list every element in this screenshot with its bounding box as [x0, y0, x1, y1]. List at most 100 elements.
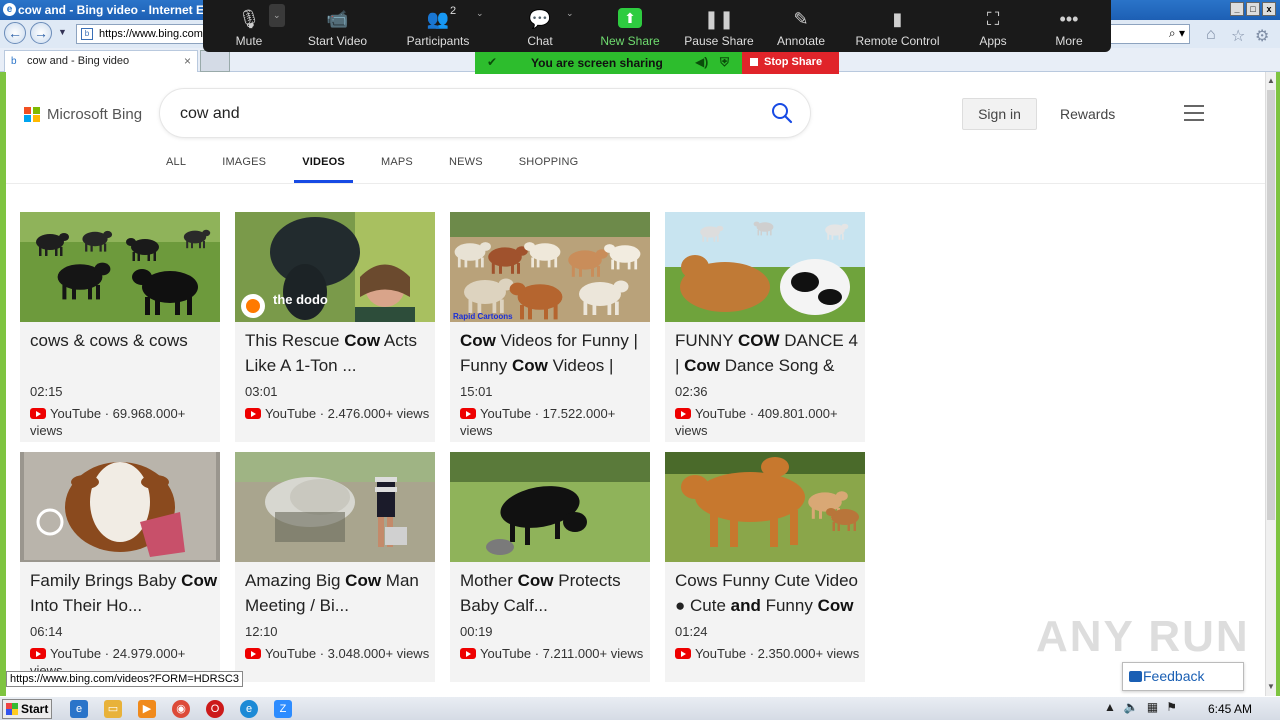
start-button[interactable]: Start: [2, 699, 52, 719]
video-card[interactable]: Rapid Cartoons Cow Videos for Funny | Fun…: [450, 212, 650, 442]
minimize-icon[interactable]: _: [1230, 2, 1244, 16]
bing-logo[interactable]: Microsoft Bing: [24, 106, 142, 123]
video-thumbnail[interactable]: Rapid Cartoons: [450, 212, 650, 322]
feedback-button[interactable]: Feedback: [1122, 662, 1244, 691]
tray-arrow-icon[interactable]: ▲: [1104, 700, 1116, 714]
apps-icon: ⛶: [986, 9, 1000, 29]
video-card[interactable]: Family Brings Baby Cow Into Their Ho... 0…: [20, 452, 220, 682]
folder-taskbar-icon[interactable]: ▭: [104, 700, 122, 718]
tab-images[interactable]: IMAGES: [222, 148, 266, 183]
history-dropdown-icon[interactable]: ▼: [58, 27, 67, 37]
scroll-up-icon[interactable]: ▲: [1267, 76, 1275, 85]
start-video-button[interactable]: 📹 Start Video: [295, 0, 380, 52]
sign-in-button[interactable]: Sign in: [962, 98, 1037, 130]
back-arrow-icon[interactable]: ←: [4, 22, 26, 44]
video-grid: cows & cows & cows 02:15 YouTube · 69.968.…: [20, 212, 880, 682]
network-icon[interactable]: ▦: [1147, 700, 1158, 714]
audio-icon[interactable]: ◀): [695, 55, 708, 69]
video-thumbnail[interactable]: [665, 212, 865, 322]
video-title[interactable]: Cows Funny Cute Video ● Cute and Funny C…: [675, 568, 863, 620]
hamburger-menu-icon[interactable]: [1184, 105, 1204, 121]
opera-taskbar-icon[interactable]: O: [206, 700, 224, 718]
settings-gear-icon[interactable]: ⚙: [1255, 26, 1269, 46]
video-thumbnail[interactable]: [20, 452, 220, 562]
forward-arrow-icon[interactable]: →: [30, 22, 52, 44]
home-icon[interactable]: ⌂: [1206, 26, 1216, 44]
video-card[interactable]: the dodo This Rescue Cow Acts Like A 1-To…: [235, 212, 435, 442]
new-share-button[interactable]: ⬆ New Share: [584, 0, 676, 52]
search-icon[interactable]: [770, 101, 794, 125]
video-thumbnail[interactable]: the dodo: [235, 212, 435, 322]
mute-button[interactable]: 🎙 Mute ⌄: [203, 0, 295, 52]
search-input[interactable]: [180, 103, 740, 125]
chevron-down-icon[interactable]: ⌄: [269, 4, 285, 27]
chat-button[interactable]: 💬 Chat ⌄: [496, 0, 584, 52]
chat-icon: 💬: [528, 9, 552, 29]
youtube-icon: [30, 408, 46, 419]
close-icon[interactable]: x: [1262, 2, 1276, 16]
video-source: YouTube: [50, 406, 102, 421]
video-title[interactable]: cows & cows & cows: [30, 328, 218, 380]
chevron-down-icon[interactable]: ⌄: [476, 8, 484, 19]
pause-share-button[interactable]: ❚❚ Pause Share: [676, 0, 762, 52]
video-card[interactable]: Amazing Big Cow Man Meeting / Bi... 12:10…: [235, 452, 435, 682]
chevron-down-icon[interactable]: ⌄: [566, 8, 574, 19]
tab-shopping[interactable]: SHOPPING: [519, 148, 579, 183]
clock: 6:45 AM: [1208, 702, 1253, 716]
vertical-scrollbar[interactable]: ▲ ▼: [1265, 72, 1276, 696]
new-tab-button[interactable]: [200, 50, 230, 72]
shield-icon: ⛨: [720, 55, 730, 69]
favorites-star-icon[interactable]: ☆: [1231, 26, 1245, 46]
stop-share-button[interactable]: Stop Share: [742, 52, 839, 74]
participants-count: 2: [450, 5, 457, 17]
video-duration: 15:01: [460, 384, 493, 399]
video-title[interactable]: This Rescue Cow Acts Like A 1-Ton ...: [245, 328, 433, 380]
video-card[interactable]: FUNNY COW DANCE 4 | Cow Dance Song & 02:3…: [665, 212, 865, 442]
scroll-thumb[interactable]: [1267, 90, 1275, 520]
video-source: YouTube: [265, 646, 317, 661]
tab-videos[interactable]: VIDEOS: [294, 148, 353, 183]
participants-button[interactable]: 👥 Participants 2 ⌄: [380, 0, 496, 52]
tab-maps[interactable]: MAPS: [381, 148, 413, 183]
title-segment: and: [730, 596, 761, 615]
tab-close-icon[interactable]: ×: [184, 54, 191, 68]
chrome-taskbar-icon[interactable]: ◉: [172, 700, 190, 718]
video-title[interactable]: FUNNY COW DANCE 4 | Cow Dance Song &: [675, 328, 863, 380]
tab-news[interactable]: NEWS: [449, 148, 483, 183]
media-player-taskbar-icon[interactable]: ▶: [138, 700, 156, 718]
video-card[interactable]: Mother Cow Protects Baby Calf... 00:19 You…: [450, 452, 650, 682]
scroll-down-icon[interactable]: ▼: [1267, 682, 1275, 691]
video-title[interactable]: Cow Videos for Funny | Funny Cow Videos …: [460, 328, 648, 380]
video-title[interactable]: Family Brings Baby Cow Into Their Ho...: [30, 568, 218, 620]
video-title[interactable]: Amazing Big Cow Man Meeting / Bi...: [245, 568, 433, 620]
start-label: Start: [21, 702, 49, 716]
video-thumbnail[interactable]: [20, 212, 220, 322]
address-search-icon[interactable]: ⌕ ▾: [1169, 26, 1185, 41]
video-thumbnail[interactable]: [235, 452, 435, 562]
browser-tab[interactable]: b cow and - Bing video ×: [4, 50, 198, 72]
video-thumbnail[interactable]: [450, 452, 650, 562]
annotate-button[interactable]: ✎ Annotate: [762, 0, 840, 52]
remote-control-button[interactable]: ▮ Remote Control: [840, 0, 955, 52]
video-thumbnail[interactable]: [665, 452, 865, 562]
maximize-icon[interactable]: □: [1246, 2, 1260, 16]
svg-text:Rapid Cartoons: Rapid Cartoons: [453, 312, 513, 321]
edge-taskbar-icon[interactable]: e: [240, 700, 258, 718]
video-card[interactable]: cows & cows & cows 02:15 YouTube · 69.968.…: [20, 212, 220, 442]
flag-icon[interactable]: ⚑: [1166, 700, 1177, 714]
more-button[interactable]: ••• More: [1031, 0, 1107, 52]
zoom-button-label: New Share: [600, 34, 660, 48]
ie-taskbar-icon[interactable]: e: [70, 700, 88, 718]
tab-all[interactable]: ALL: [166, 148, 186, 183]
address-search-field[interactable]: ⌕ ▾: [1110, 24, 1190, 44]
video-title[interactable]: Mother Cow Protects Baby Calf...: [460, 568, 648, 620]
zoom-taskbar-icon[interactable]: Z: [274, 700, 292, 718]
pin-icon[interactable]: ✔: [487, 55, 497, 69]
apps-button[interactable]: ⛶ Apps: [955, 0, 1031, 52]
video-card[interactable]: Cows Funny Cute Video ● Cute and Funny C…: [665, 452, 865, 682]
video-meta: YouTube · 2.350.000+ views: [675, 645, 863, 662]
rewards-link[interactable]: Rewards: [1060, 106, 1115, 122]
title-segment: Dance Song &: [720, 356, 835, 375]
volume-icon[interactable]: 🔈: [1124, 700, 1139, 714]
address-bar[interactable]: b https://www.bing.com: [76, 24, 206, 44]
